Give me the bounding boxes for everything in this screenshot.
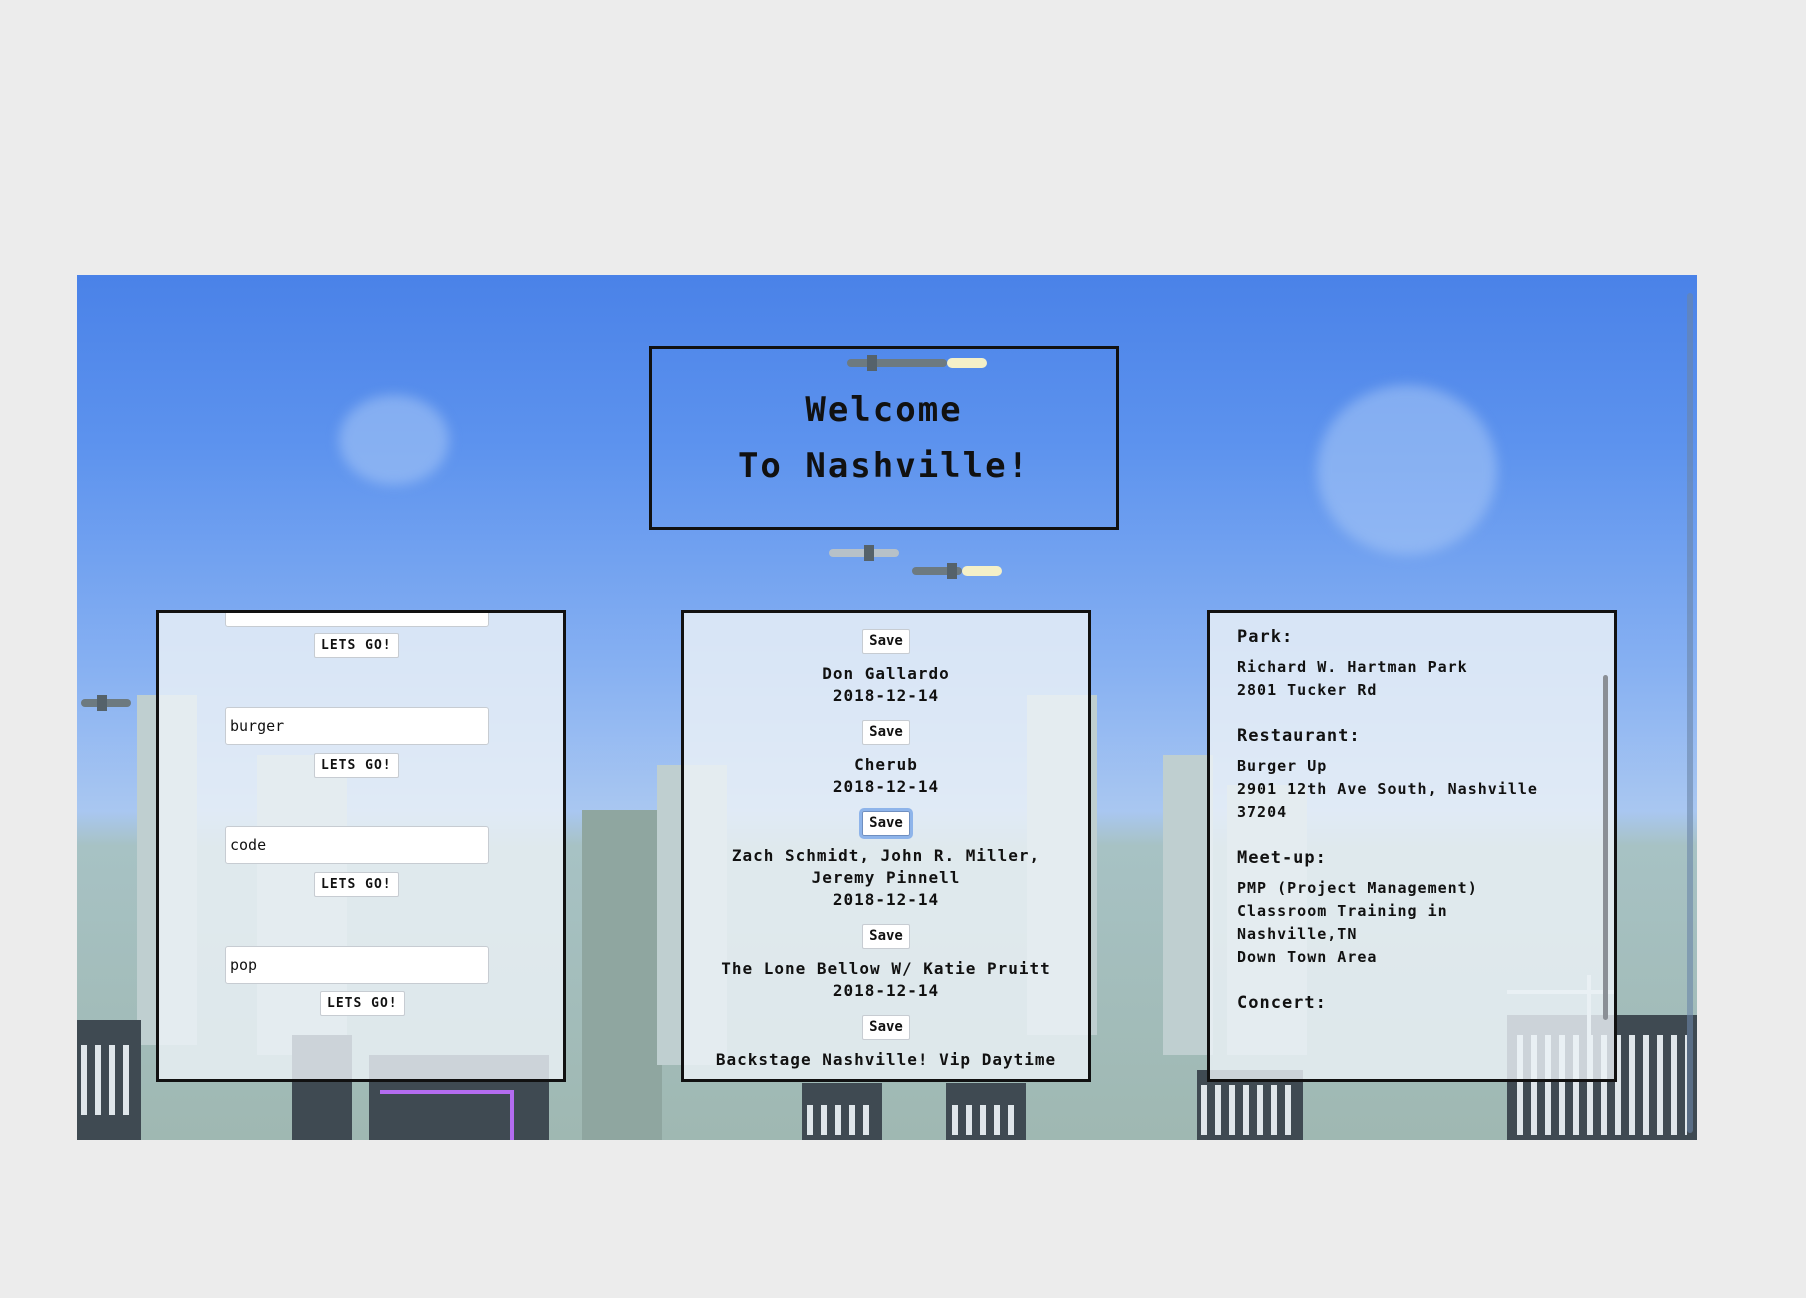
save-button[interactable]: Save [859,808,913,839]
search-input[interactable] [225,946,489,984]
saved-park: Park: Richard W. Hartman Park 2801 Tucke… [1237,627,1600,702]
saved-heading: Meet-up: [1237,848,1327,868]
saved-line: Down Town Area [1237,948,1378,966]
event-name: The Lone Bellow W/ Katie Pruitt [721,959,1051,978]
lets-go-button[interactable]: LETS GO! [314,633,399,658]
building-windows [1201,1085,1297,1135]
saved-line: Richard W. Hartman Park [1237,658,1468,676]
event-name: Backstage Nashville! Vip Daytime [715,1050,1057,1069]
plane-icon [81,695,131,711]
building [1163,755,1213,1055]
event-item: Save Don Gallardo 2018-12-14 [684,629,1088,707]
saved-line: Classroom Training in [1237,902,1448,920]
saved-heading: Restaurant: [1237,726,1361,746]
cloud [339,395,449,485]
saved-places-panel[interactable]: Park: Richard W. Hartman Park 2801 Tucke… [1207,610,1617,1082]
page-viewport: Welcome To Nashville! LETS GO! LETS GO! … [77,275,1697,1140]
saved-list: Park: Richard W. Hartman Park 2801 Tucke… [1237,627,1600,1037]
cloud [1317,385,1497,555]
event-name: Don Gallardo [822,664,950,683]
saved-heading: Park: [1237,627,1294,647]
building-windows [952,1105,1022,1135]
event-item: Save The Lone Bellow W/ Katie Pruitt 201… [684,924,1088,1002]
saved-line: 2901 12th Ave South, Nashville [1237,780,1538,798]
search-input[interactable] [225,707,489,745]
events-list: Save Don Gallardo 2018-12-14 Save Cherub… [684,629,1088,1079]
plane-icon [912,563,1002,579]
building-windows [807,1105,877,1135]
search-input[interactable] [225,826,489,864]
saved-restaurant: Restaurant: Burger Up 2901 12th Ave Sout… [1237,726,1600,824]
event-item: Save Zach Schmidt, John R. Miller, Jerem… [684,808,1088,911]
event-item: Save Backstage Nashville! Vip Daytime [684,1015,1088,1071]
saved-panel-scrollbar[interactable] [1603,675,1608,1020]
plane-icon [829,545,899,561]
search-panel[interactable]: LETS GO! LETS GO! LETS GO! LETS GO! [156,610,566,1082]
welcome-banner: Welcome To Nashville! [649,346,1119,530]
event-date: 2018-12-14 [832,890,940,909]
lets-go-button[interactable]: LETS GO! [314,872,399,897]
lets-go-button[interactable]: LETS GO! [320,991,405,1016]
saved-line: 2801 Tucker Rd [1237,681,1378,699]
save-button[interactable]: Save [862,720,910,745]
building [582,810,662,1140]
search-input[interactable] [225,613,489,627]
saved-line: 37204 [1237,803,1288,821]
saved-line: Burger Up [1237,757,1328,775]
saved-line: PMP (Project Management) [1237,879,1478,897]
event-date: 2018-12-14 [832,981,940,1000]
neon-sign [380,1090,514,1140]
event-date: 2018-12-14 [832,686,940,705]
saved-meetup: Meet-up: PMP (Project Management) Classr… [1237,848,1600,969]
event-item: Save Cherub 2018-12-14 [684,720,1088,798]
save-button[interactable]: Save [862,924,910,949]
event-name: Zach Schmidt, John R. Miller, Jeremy Pin… [731,846,1041,887]
events-panel[interactable]: Save Don Gallardo 2018-12-14 Save Cherub… [681,610,1091,1082]
saved-line: Nashville,TN [1237,925,1358,943]
saved-heading: Concert: [1237,993,1327,1013]
save-button[interactable]: Save [862,629,910,654]
welcome-line-2: To Nashville! [737,446,1031,486]
event-name: Cherub [854,755,918,774]
page-scrollbar[interactable] [1687,293,1693,1133]
lets-go-button[interactable]: LETS GO! [314,753,399,778]
welcome-line-1: Welcome [805,390,963,430]
save-button[interactable]: Save [862,1015,910,1040]
saved-concert: Concert: [1237,993,1600,1013]
building-windows [81,1045,137,1115]
event-date: 2018-12-14 [832,777,940,796]
